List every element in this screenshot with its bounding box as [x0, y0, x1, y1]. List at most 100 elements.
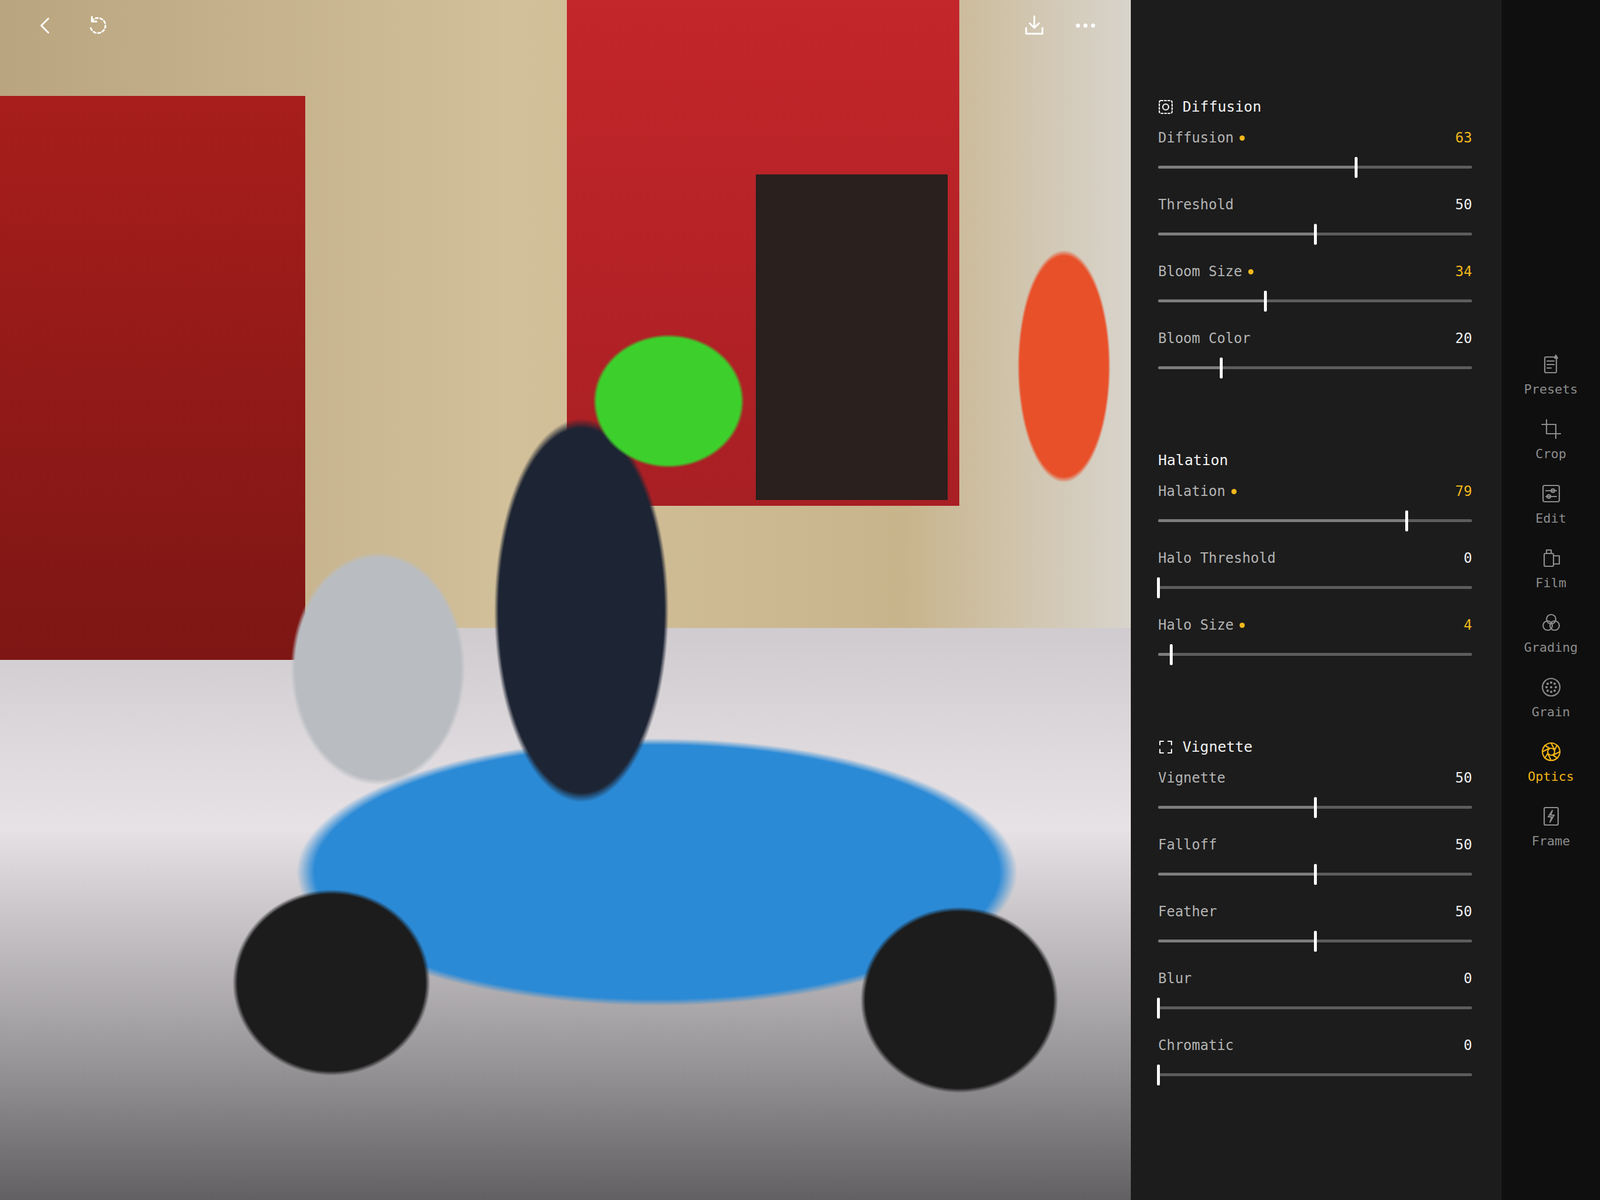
slider-label: Diffusion: [1158, 127, 1234, 149]
slider-track[interactable]: [1158, 357, 1473, 379]
nav-item[interactable]: Frame: [1507, 793, 1595, 859]
slider-label: Bloom Color: [1158, 327, 1251, 349]
nav-label: Grading: [1523, 640, 1578, 656]
panel-section: VignetteVignette50Falloff50Feather50Blur…: [1158, 736, 1473, 1102]
slider-header: Feather50: [1158, 901, 1473, 923]
modified-dot: [1239, 135, 1245, 141]
slider-line: [1158, 586, 1473, 589]
nav-item[interactable]: Crop: [1507, 406, 1595, 471]
slider-row: Threshold 50: [1158, 194, 1473, 262]
slider-thumb[interactable]: [1169, 644, 1173, 666]
modified-dot: [1239, 622, 1245, 628]
slider-thumb[interactable]: [1313, 797, 1317, 819]
slider-header: Diffusion63: [1158, 127, 1473, 149]
nav-item[interactable]: Presets: [1507, 341, 1595, 407]
section-header: Halation: [1158, 450, 1473, 471]
nav-label: Edit: [1535, 511, 1567, 527]
slider-label: Vignette: [1158, 767, 1226, 789]
slider-track[interactable]: [1158, 156, 1473, 178]
slider-thumb[interactable]: [1156, 997, 1160, 1019]
slider-value: 0: [1463, 547, 1473, 569]
slider-label: Halation: [1158, 480, 1226, 502]
slider-header: Threshold 50: [1158, 194, 1473, 216]
slider-thumb[interactable]: [1156, 577, 1160, 599]
slider-thumb[interactable]: [1313, 930, 1317, 952]
download-icon[interactable]: [1021, 12, 1048, 39]
slider-fill: [1158, 872, 1316, 876]
slider-row: Vignette50: [1158, 767, 1473, 835]
slider-track[interactable]: [1158, 577, 1473, 599]
tool-nav: Presets Crop Edit Film Grading Grain Optics Fra…: [1501, 0, 1600, 1200]
slider-value: 50: [1455, 194, 1473, 216]
nav-item[interactable]: Grading: [1507, 600, 1595, 665]
slider-fill: [1158, 805, 1316, 809]
section-title: Vignette: [1182, 736, 1253, 758]
film-icon: [1539, 546, 1563, 570]
slider-fill: [1158, 232, 1316, 236]
nav-label: Presets: [1523, 381, 1578, 398]
slider-row: Halo Size4: [1158, 614, 1473, 682]
slider-value: 79: [1455, 480, 1473, 502]
slider-track[interactable]: [1158, 1064, 1473, 1086]
slider-thumb[interactable]: [1405, 510, 1409, 532]
nav-item[interactable]: Film: [1507, 535, 1595, 600]
slider-track[interactable]: [1158, 930, 1473, 952]
slider-track[interactable]: [1158, 290, 1473, 312]
more-icon[interactable]: [1072, 12, 1099, 39]
slider-fill: [1158, 299, 1266, 303]
modified-dot: [1231, 488, 1237, 495]
slider-thumb[interactable]: [1313, 863, 1317, 885]
slider-track[interactable]: [1158, 997, 1473, 1019]
optics-panel: DiffusionDiffusion63Threshold50Bloom Siz…: [1130, 0, 1502, 1200]
nav-item[interactable]: Edit: [1507, 470, 1595, 536]
revert-icon[interactable]: [84, 12, 111, 39]
edit-icon: [1539, 481, 1563, 506]
slider-row: Blur 0: [1158, 968, 1473, 1035]
back-icon[interactable]: [32, 12, 59, 39]
diffusion-icon: [1158, 99, 1174, 115]
slider-header: Falloff 50: [1158, 834, 1473, 856]
slider-track[interactable]: [1158, 510, 1473, 532]
slider-row: Falloff 50: [1158, 834, 1473, 902]
slider-row: Halation 79: [1158, 480, 1473, 548]
slider-row: Diffusion63: [1158, 127, 1473, 195]
grain-icon: [1539, 675, 1563, 699]
slider-header: Halation 79: [1158, 480, 1473, 502]
slider-label: Blur: [1158, 968, 1192, 989]
modified-dot: [1248, 269, 1254, 275]
panel-section: Halation Halation 79 Halo Threshold0Halo Si…: [1158, 450, 1473, 682]
slider-thumb[interactable]: [1313, 223, 1317, 245]
nav-label: Film: [1535, 575, 1567, 591]
nav-item[interactable]: Optics: [1507, 729, 1595, 794]
nav-item[interactable]: Grain: [1507, 664, 1595, 730]
slider-fill: [1158, 366, 1221, 370]
slider-track[interactable]: [1158, 223, 1473, 245]
grading-icon: [1539, 611, 1563, 635]
nav-label: Frame: [1531, 833, 1570, 849]
section-title: Halation: [1158, 450, 1228, 471]
slider-row: Chromatic0: [1158, 1034, 1473, 1102]
slider-thumb[interactable]: [1156, 1064, 1160, 1086]
slider-label: Threshold: [1158, 194, 1234, 216]
slider-fill: [1158, 165, 1356, 169]
slider-value: 50: [1455, 834, 1473, 856]
slider-track[interactable]: [1158, 863, 1473, 885]
slider-thumb[interactable]: [1219, 357, 1223, 379]
slider-track[interactable]: [1158, 797, 1473, 819]
slider-value: 0: [1463, 968, 1473, 989]
nav-label: Crop: [1535, 446, 1567, 462]
slider-value: 0: [1463, 1034, 1473, 1056]
nav-label: Grain: [1531, 704, 1570, 720]
slider-line: [1158, 1006, 1473, 1010]
slider-row: Bloom Color20: [1158, 327, 1473, 395]
photo-toolbar: [0, 0, 1131, 39]
slider-thumb[interactable]: [1263, 290, 1267, 312]
presets-icon: [1539, 352, 1563, 377]
vignette-icon: [1158, 739, 1174, 755]
slider-row: Feather50: [1158, 901, 1473, 969]
slider-label: Falloff: [1158, 834, 1217, 856]
slider-thumb[interactable]: [1354, 156, 1358, 178]
slider-track[interactable]: [1158, 644, 1473, 666]
slider-label: Halo Size: [1158, 614, 1234, 636]
slider-row: Halo Threshold0: [1158, 547, 1473, 615]
